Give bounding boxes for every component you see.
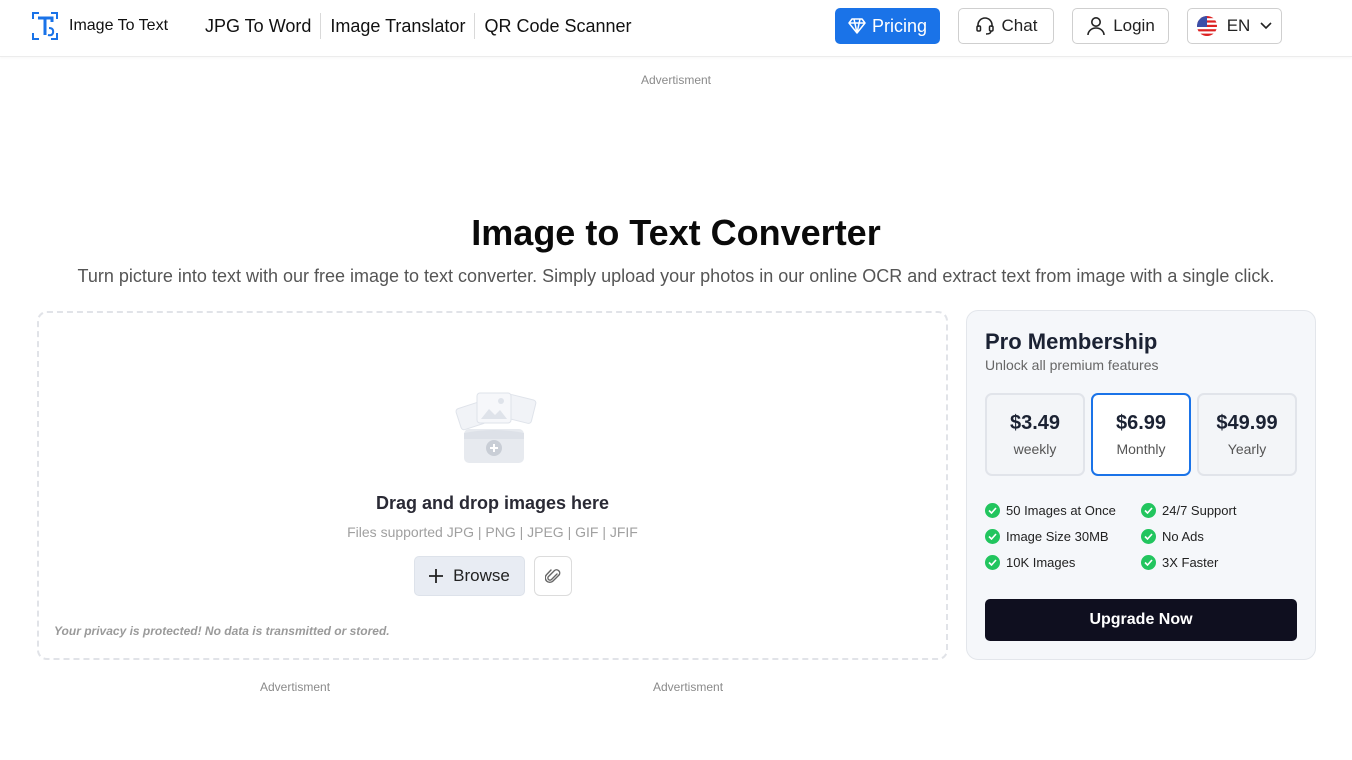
login-label: Login — [1113, 16, 1155, 35]
logo-text: Image To Text — [69, 17, 169, 34]
pro-membership-card: Pro Membership Unlock all premium featur… — [966, 310, 1316, 660]
feature-label: 10K Images — [1006, 555, 1076, 570]
plan-monthly[interactable]: $6.99 Monthly — [1091, 393, 1191, 476]
upload-folder-icon — [444, 383, 544, 473]
language-label: EN — [1226, 16, 1251, 35]
main-nav: JPG To Word Image Translator QR Code Sca… — [196, 13, 641, 39]
drop-instructions: Drag and drop images here — [375, 493, 610, 513]
page-subtitle: Turn picture into text with our free ima… — [77, 266, 1275, 286]
feature-label: Image Size 30MB — [1006, 529, 1109, 544]
pricing-label: Pricing — [871, 15, 928, 36]
plan-yearly[interactable]: $49.99 Yearly — [1197, 393, 1297, 476]
advertisement-label: Advertisment — [653, 680, 724, 694]
feature-item: 24/7 Support — [1141, 503, 1236, 518]
feature-item: No Ads — [1141, 529, 1204, 544]
attach-url-button[interactable] — [534, 556, 572, 596]
feature-item: 10K Images — [985, 555, 1075, 570]
plan-weekly[interactable]: $3.49 weekly — [985, 393, 1085, 476]
paperclip-icon — [545, 567, 561, 585]
plan-price: $49.99 — [1216, 412, 1278, 434]
language-selector[interactable]: EN — [1187, 8, 1282, 44]
plan-period: Yearly — [1227, 441, 1267, 457]
feature-label: 50 Images at Once — [1006, 503, 1116, 518]
login-button[interactable]: Login — [1072, 8, 1169, 44]
pricing-button[interactable]: Pricing — [835, 8, 940, 44]
headset-icon — [975, 16, 995, 36]
check-circle-icon — [985, 503, 1000, 518]
upload-dropzone[interactable]: Drag and drop images here Files supporte… — [37, 311, 948, 660]
plan-period: weekly — [1013, 441, 1057, 457]
upgrade-now-button[interactable]: Upgrade Now — [985, 599, 1297, 641]
chat-button[interactable]: Chat — [958, 8, 1054, 44]
feature-item: 3X Faster — [1141, 555, 1218, 570]
check-circle-icon — [1141, 555, 1156, 570]
logo-icon — [31, 11, 59, 41]
feature-label: No Ads — [1162, 529, 1204, 544]
site-logo[interactable]: Image To Text — [31, 11, 168, 41]
nav-image-translator[interactable]: Image Translator — [321, 13, 474, 39]
feature-item: 50 Images at Once — [985, 503, 1116, 518]
privacy-note: Your privacy is protected! No data is tr… — [54, 624, 390, 638]
chevron-down-icon — [1260, 22, 1272, 30]
check-circle-icon — [1141, 503, 1156, 518]
us-flag-icon — [1196, 16, 1217, 36]
diamond-icon — [848, 18, 866, 34]
check-circle-icon — [1141, 529, 1156, 544]
pro-subtitle: Unlock all premium features — [985, 357, 1159, 373]
nav-jpg-to-word[interactable]: JPG To Word — [196, 13, 320, 39]
advertisement-label: Advertisment — [640, 73, 712, 87]
advertisement-label: Advertisment — [260, 680, 331, 694]
top-header: Image To Text JPG To Word Image Translat… — [0, 0, 1352, 57]
check-circle-icon — [985, 529, 1000, 544]
feature-label: 3X Faster — [1162, 555, 1219, 570]
plan-price: $3.49 — [1009, 412, 1061, 434]
nav-qr-code-scanner[interactable]: QR Code Scanner — [475, 13, 640, 39]
feature-item: Image Size 30MB — [985, 529, 1109, 544]
plus-icon — [429, 565, 444, 587]
check-circle-icon — [985, 555, 1000, 570]
chat-label: Chat — [1001, 16, 1038, 35]
supported-file-types: Files supported JPG | PNG | JPEG | GIF |… — [347, 524, 638, 540]
pro-title: Pro Membership — [985, 329, 1158, 354]
page-title: Image to Text Converter — [471, 212, 881, 253]
plan-period: Monthly — [1116, 441, 1166, 457]
browse-label: Browse — [453, 566, 510, 585]
feature-label: 24/7 Support — [1162, 503, 1237, 518]
plan-price: $6.99 — [1115, 412, 1167, 434]
user-icon — [1086, 16, 1106, 36]
browse-button[interactable]: Browse — [414, 556, 525, 596]
